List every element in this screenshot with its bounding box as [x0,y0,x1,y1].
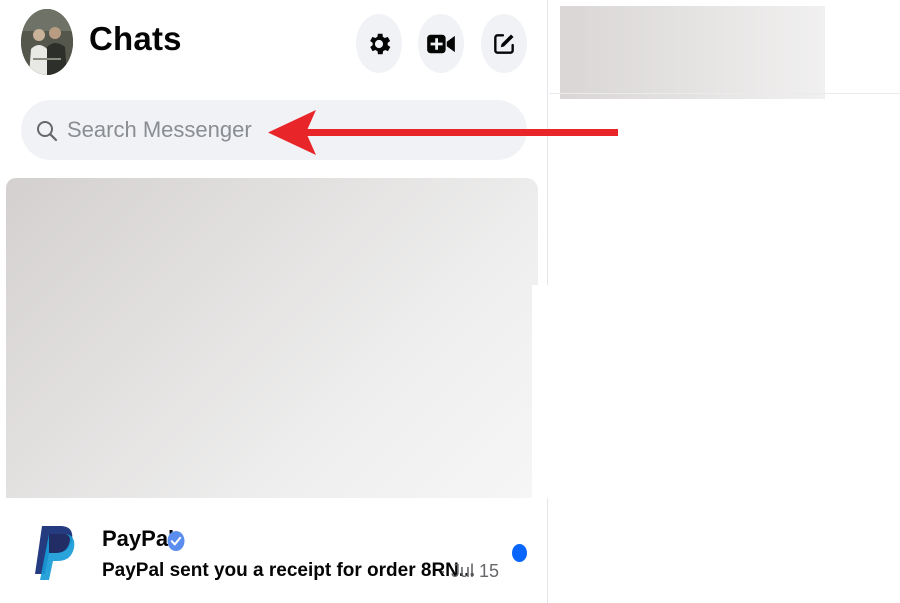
conversation-pane [549,0,900,603]
new-message-button[interactable] [481,14,527,73]
chat-list-item-paypal[interactable]: PayPal PayPal sent you a receipt for ord… [6,508,534,596]
chat-preview: PayPal sent you a receipt for order 8RN.… [102,560,475,581]
chat-name: PayPal [102,526,175,551]
header-divider [549,93,900,94]
verified-badge-icon [167,531,185,551]
chats-sidebar: Chats PayPal [0,0,548,603]
page-title: Chats [89,20,182,57]
search-icon [37,121,58,142]
redacted-conversation-header [560,6,825,99]
profile-avatar[interactable] [21,9,73,75]
chat-timestamp: · Jul 15 [440,561,500,581]
avatar-photo-icon [21,9,73,75]
compose-icon [494,33,514,54]
redacted-chat-list [6,178,538,498]
settings-button[interactable] [356,14,402,73]
annotation-arrow-icon [268,110,618,155]
gear-icon [370,33,391,54]
paypal-logo-icon [35,526,75,580]
video-add-icon [427,34,455,53]
unread-indicator [512,544,527,562]
video-call-button[interactable] [418,14,464,73]
panel-notch [532,285,548,498]
